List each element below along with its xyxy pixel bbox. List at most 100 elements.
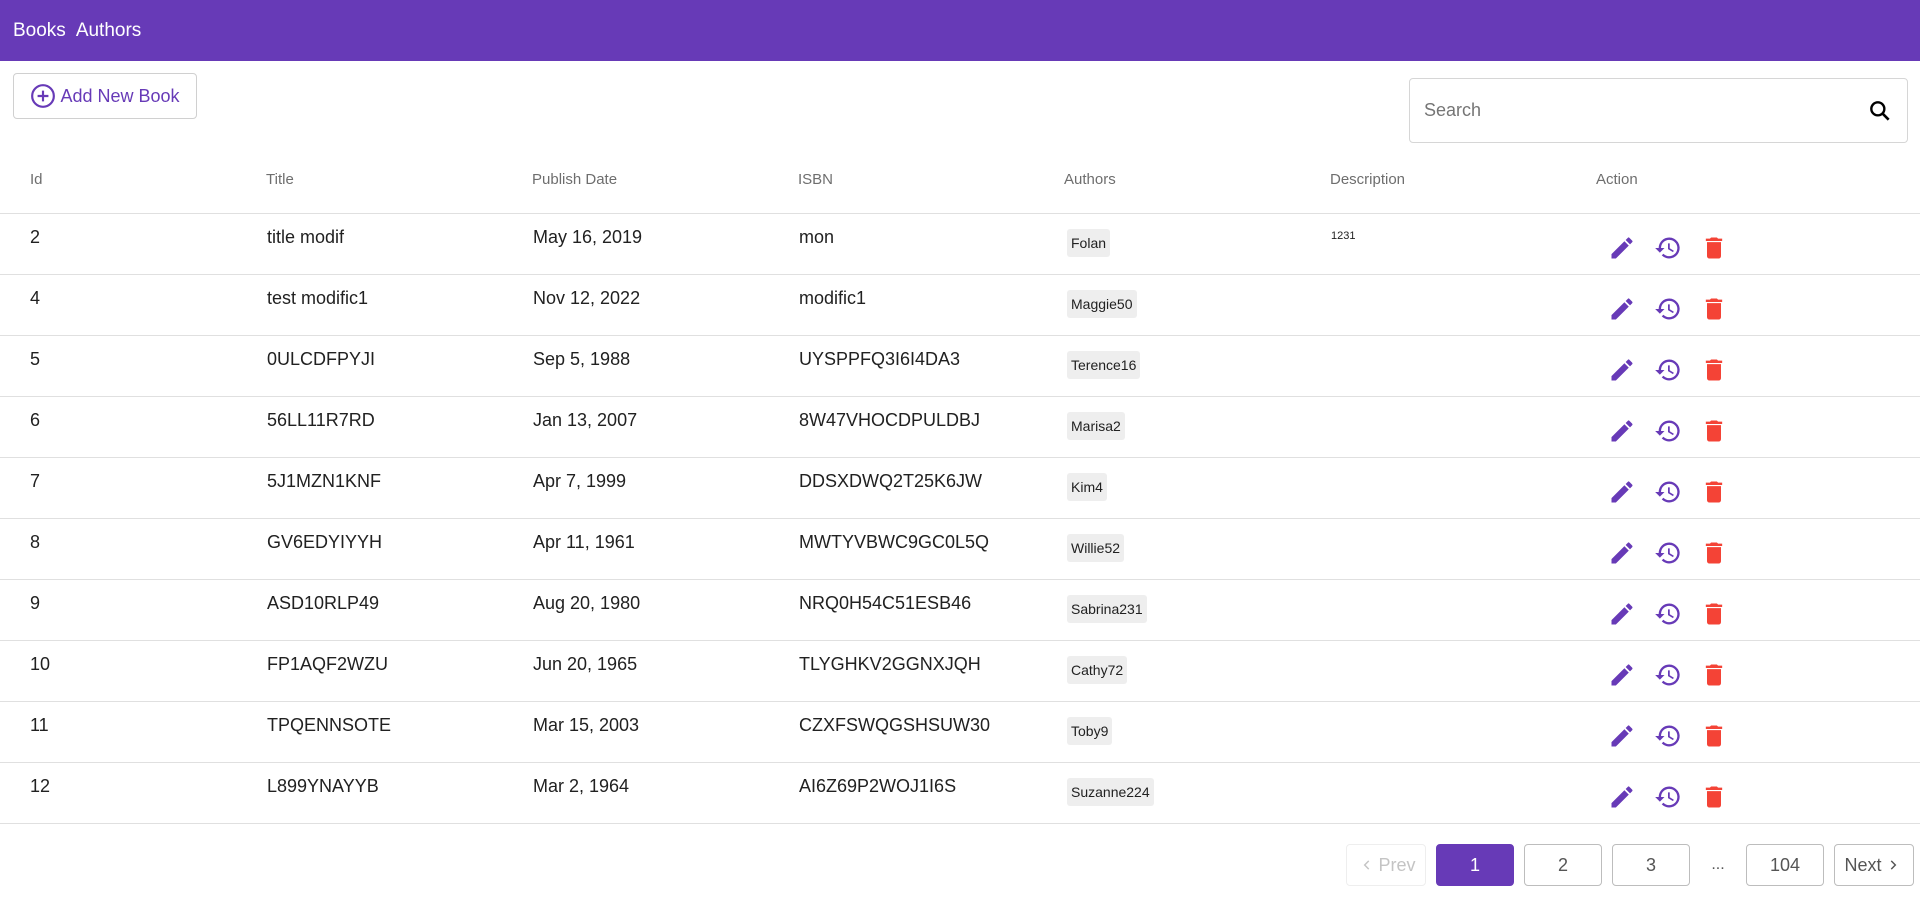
cell-isbn: CZXFSWQGSHSUW30 [798, 701, 1064, 763]
header-authors[interactable]: Authors [1064, 156, 1330, 214]
cell-isbn: DDSXDWQ2T25K6JW [798, 457, 1064, 519]
table-row[interactable]: 7 5J1MZN1KNF Apr 7, 1999 DDSXDWQ2T25K6JW Kim… [0, 457, 1920, 519]
delete-icon[interactable] [1697, 475, 1731, 509]
table-row[interactable]: 2 title modif May 16, 2019 mon Folan 1231 [0, 213, 1920, 275]
edit-icon[interactable] [1605, 231, 1639, 265]
cell-publish-date: Aug 20, 1980 [532, 579, 798, 641]
header-description[interactable]: Description [1330, 156, 1596, 214]
cell-actions [1596, 579, 1920, 641]
delete-icon[interactable] [1697, 414, 1731, 448]
cell-id: 8 [0, 518, 266, 580]
author-chip[interactable]: Sabrina231 [1067, 594, 1147, 623]
delete-icon[interactable] [1697, 658, 1731, 692]
table-row[interactable]: 6 56LL11R7RD Jan 13, 2007 8W47VHOCDPULDBJ Ma… [0, 396, 1920, 458]
prev-page-button[interactable]: Prev [1346, 844, 1426, 886]
table-row[interactable]: 4 test modific1 Nov 12, 2022 modific1 Maggie… [0, 274, 1920, 336]
cell-title: 0ULCDFPYJI [266, 335, 532, 397]
author-chip[interactable]: Terence16 [1067, 350, 1141, 379]
author-chip[interactable]: Maggie50 [1067, 289, 1137, 318]
cell-authors: Toby9 [1064, 701, 1330, 763]
author-chip[interactable]: Toby9 [1067, 716, 1113, 745]
edit-icon[interactable] [1605, 536, 1639, 570]
table-row[interactable]: 8 GV6EDYIYYH Apr 11, 1961 MWTYVBWC9GC0L5Q Wi… [0, 518, 1920, 580]
search-field [1409, 78, 1908, 143]
history-icon[interactable] [1651, 536, 1685, 570]
header-title[interactable]: Title [266, 156, 532, 214]
cell-actions [1596, 457, 1920, 519]
history-icon[interactable] [1651, 353, 1685, 387]
edit-icon[interactable] [1605, 597, 1639, 631]
pagination: Prev 1 2 3 ... 104 Next [1346, 844, 1914, 886]
history-icon[interactable] [1651, 231, 1685, 265]
next-page-label: Next [1844, 854, 1882, 875]
author-chip[interactable]: Marisa2 [1067, 411, 1125, 440]
table-row[interactable]: 9 ASD10RLP49 Aug 20, 1980 NRQ0H54C51ESB46 Sa… [0, 579, 1920, 641]
delete-icon[interactable] [1697, 536, 1731, 570]
page-button-1[interactable]: 1 [1436, 844, 1514, 886]
cell-actions [1596, 701, 1920, 763]
edit-icon[interactable] [1605, 719, 1639, 753]
edit-icon[interactable] [1605, 475, 1639, 509]
search-input[interactable] [1422, 99, 1867, 122]
history-icon[interactable] [1651, 414, 1685, 448]
table-row[interactable]: 12 L899YNAYYB Mar 2, 1964 AI6Z69P2WOJ1I6S Su… [0, 762, 1920, 824]
cell-actions [1596, 274, 1920, 336]
delete-icon[interactable] [1697, 780, 1731, 814]
delete-icon[interactable] [1697, 292, 1731, 326]
edit-icon[interactable] [1605, 292, 1639, 326]
delete-icon[interactable] [1697, 719, 1731, 753]
books-table: Id Title Publish Date ISBN Authors Descr… [0, 156, 1920, 824]
add-new-book-button[interactable]: Add New Book [13, 73, 197, 119]
cell-authors: Suzanne224 [1064, 762, 1330, 824]
author-chip[interactable]: Cathy72 [1067, 655, 1128, 684]
header-id[interactable]: Id [0, 156, 266, 214]
cell-isbn: modific1 [798, 274, 1064, 336]
edit-icon[interactable] [1605, 658, 1639, 692]
author-chip[interactable]: Suzanne224 [1067, 777, 1154, 806]
author-chip[interactable]: Folan [1067, 228, 1111, 257]
cell-publish-date: May 16, 2019 [532, 213, 798, 275]
delete-icon[interactable] [1697, 597, 1731, 631]
nav-authors-link[interactable]: Authors [76, 20, 141, 42]
cell-description [1330, 579, 1596, 641]
chevron-left-icon [1364, 860, 1370, 870]
table-row[interactable]: 10 FP1AQF2WZU Jun 20, 1965 TLYGHKV2GGNXJQH C… [0, 640, 1920, 702]
cell-id: 7 [0, 457, 266, 519]
cell-description [1330, 640, 1596, 702]
page-button-3[interactable]: 3 [1612, 844, 1690, 886]
table-row[interactable]: 11 TPQENNSOTE Mar 15, 2003 CZXFSWQGSHSUW30 T… [0, 701, 1920, 763]
delete-icon[interactable] [1697, 231, 1731, 265]
delete-icon[interactable] [1697, 353, 1731, 387]
cell-title: 56LL11R7RD [266, 396, 532, 458]
cell-title: GV6EDYIYYH [266, 518, 532, 580]
edit-icon[interactable] [1605, 780, 1639, 814]
header-publish-date[interactable]: Publish Date [532, 156, 798, 214]
author-chip[interactable]: Willie52 [1067, 533, 1125, 562]
header-isbn[interactable]: ISBN [798, 156, 1064, 214]
page-button-104[interactable]: 104 [1746, 844, 1824, 886]
cell-title: test modific1 [266, 274, 532, 336]
top-nav-bar: Books Authors [0, 0, 1920, 61]
history-icon[interactable] [1651, 780, 1685, 814]
page-button-2[interactable]: 2 [1524, 844, 1602, 886]
search-icon[interactable] [1867, 98, 1893, 124]
author-chip[interactable]: Kim4 [1067, 472, 1107, 501]
cell-title: TPQENNSOTE [266, 701, 532, 763]
history-icon[interactable] [1651, 292, 1685, 326]
cell-actions [1596, 762, 1920, 824]
edit-icon[interactable] [1605, 353, 1639, 387]
cell-id: 6 [0, 396, 266, 458]
cell-authors: Maggie50 [1064, 274, 1330, 336]
cell-authors: Folan [1064, 213, 1330, 275]
history-icon[interactable] [1651, 658, 1685, 692]
nav-books-link[interactable]: Books [13, 20, 66, 42]
edit-icon[interactable] [1605, 414, 1639, 448]
history-icon[interactable] [1651, 475, 1685, 509]
cell-description [1330, 457, 1596, 519]
table-row[interactable]: 5 0ULCDFPYJI Sep 5, 1988 UYSPPFQ3I6I4DA3 Ter… [0, 335, 1920, 397]
cell-authors: Marisa2 [1064, 396, 1330, 458]
cell-isbn: UYSPPFQ3I6I4DA3 [798, 335, 1064, 397]
history-icon[interactable] [1651, 719, 1685, 753]
next-page-button[interactable]: Next [1834, 844, 1914, 886]
history-icon[interactable] [1651, 597, 1685, 631]
